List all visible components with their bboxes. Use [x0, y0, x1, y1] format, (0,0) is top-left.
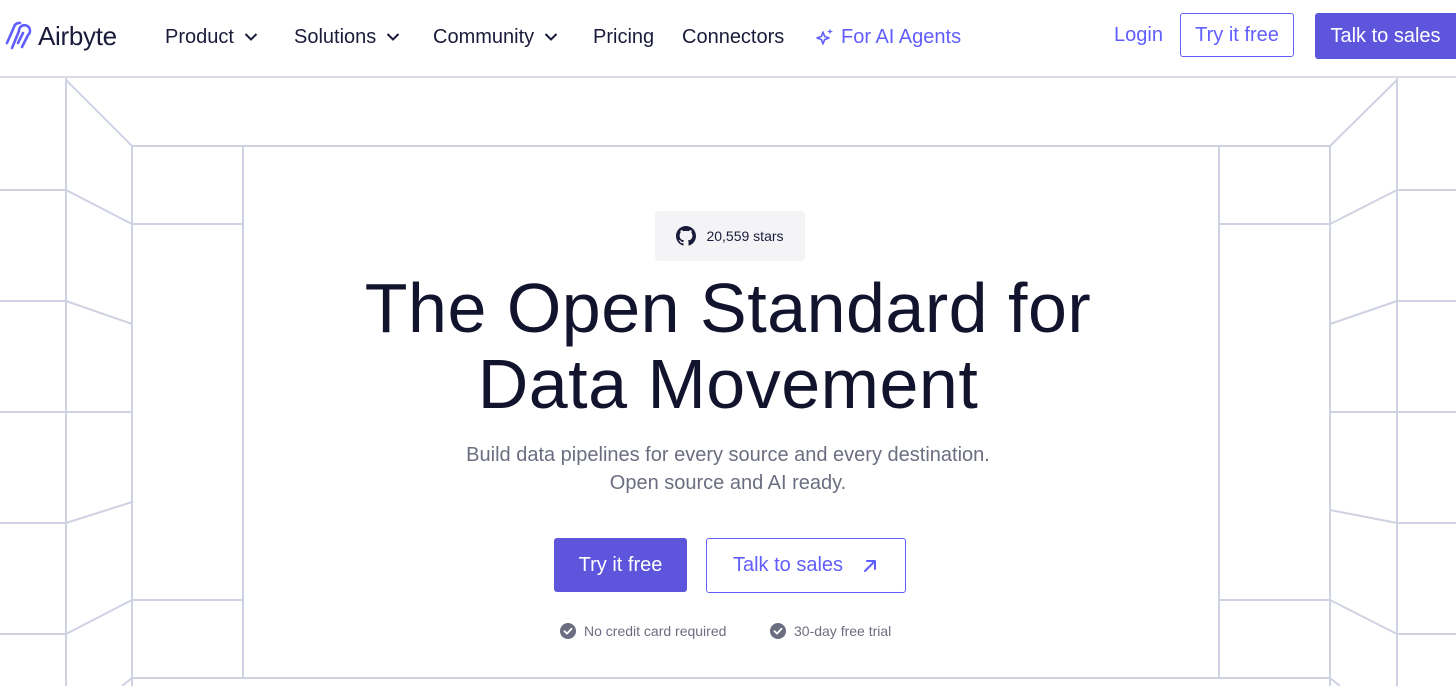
perk-no-credit-card: No credit card required	[560, 621, 726, 641]
talk-to-sales-hero-label: Talk to sales	[732, 554, 844, 576]
login-link[interactable]: Login	[1114, 24, 1163, 47]
github-stars-badge[interactable]: 20,559 stars	[655, 211, 805, 261]
hero-title: The Open Standard for Data Movement	[0, 270, 1456, 422]
check-circle-icon	[560, 623, 576, 639]
github-stars-count: 20,559 stars	[706, 228, 784, 244]
hero-subtitle: Build data pipelines for every source an…	[0, 441, 1456, 497]
try-free-hero-button[interactable]: Try it free	[554, 538, 687, 592]
nav-product-label: Product	[165, 25, 234, 48]
top-navbar: Airbyte Product Solutions Community Pric…	[0, 0, 1456, 78]
hero-title-line-1: The Open Standard for	[364, 269, 1092, 347]
arrow-up-right-icon	[864, 559, 877, 572]
hero-subtitle-line-1: Build data pipelines for every source an…	[466, 444, 990, 466]
talk-to-sales-nav-button[interactable]: Talk to sales	[1315, 13, 1456, 59]
hero-subtitle-line-2: Open source and AI ready.	[609, 472, 847, 494]
nav-pricing[interactable]: Pricing	[593, 24, 654, 50]
chevron-down-icon	[544, 33, 558, 41]
airbyte-logo-icon	[5, 21, 32, 50]
brand-name: Airbyte	[38, 20, 117, 51]
nav-community[interactable]: Community	[433, 24, 558, 50]
perk-label: 30-day free trial	[794, 623, 892, 639]
nav-connectors[interactable]: Connectors	[682, 24, 784, 50]
hero-title-line-2: Data Movement	[477, 345, 979, 423]
try-free-nav-button[interactable]: Try it free	[1180, 13, 1294, 57]
chevron-down-icon	[244, 33, 258, 41]
talk-to-sales-hero-button[interactable]: Talk to sales	[706, 538, 906, 593]
nav-pricing-label: Pricing	[593, 25, 655, 48]
page: Airbyte Product Solutions Community Pric…	[0, 0, 1456, 686]
sparkle-icon	[816, 28, 833, 45]
nav-ai-agents[interactable]: For AI Agents	[815, 24, 961, 50]
nav-community-label: Community	[433, 25, 535, 48]
nav-product[interactable]: Product	[165, 24, 258, 50]
airbyte-logo[interactable]: Airbyte	[4, 18, 117, 54]
nav-connectors-label: Connectors	[682, 25, 785, 48]
chevron-down-icon	[387, 33, 400, 41]
nav-solutions-label: Solutions	[294, 25, 377, 48]
nav-ai-agents-label: For AI Agents	[841, 25, 962, 48]
github-icon	[676, 226, 697, 246]
check-circle-icon	[770, 623, 786, 639]
nav-solutions[interactable]: Solutions	[294, 24, 400, 50]
perk-label: No credit card required	[584, 623, 727, 639]
perk-free-trial: 30-day free trial	[770, 621, 891, 641]
